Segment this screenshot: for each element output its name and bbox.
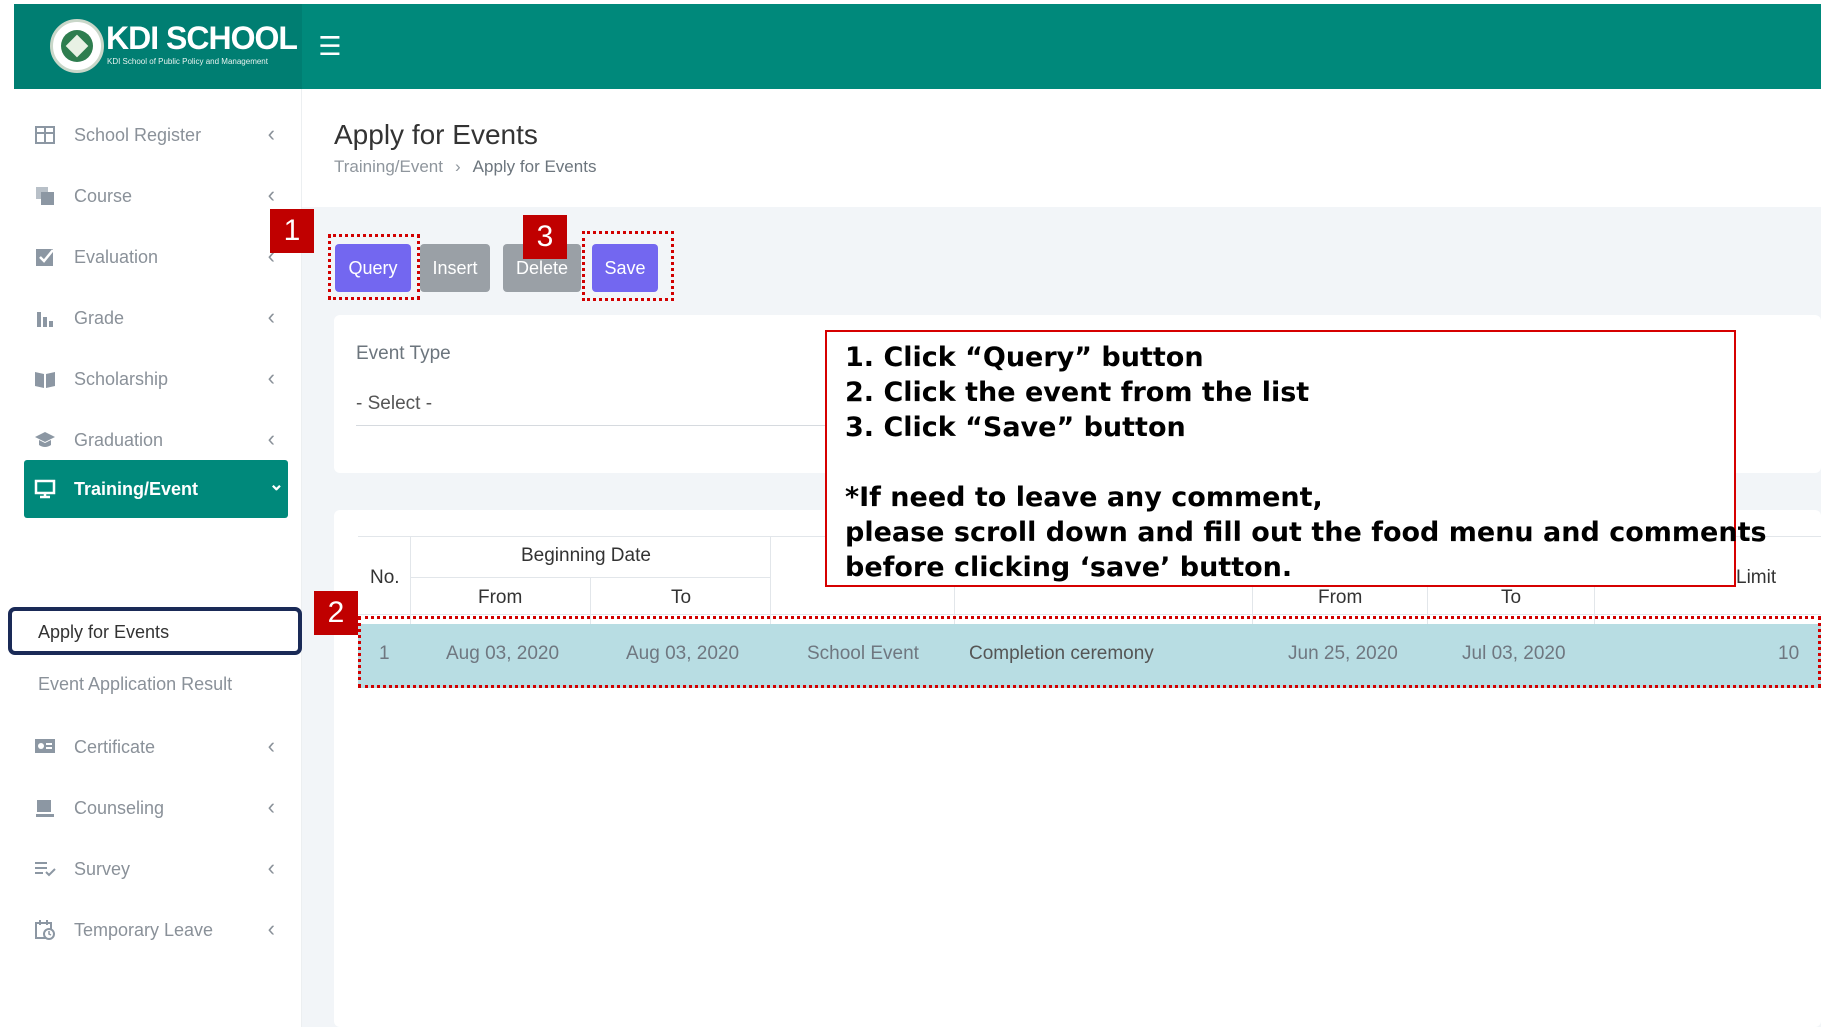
brand-title: KDI SCHOOL	[106, 20, 298, 56]
instruction-line: before clicking ‘save’ button.	[845, 552, 1293, 583]
sidebar-item-counseling[interactable]: Counseling ‹	[24, 780, 279, 836]
calendar-clock-icon	[32, 917, 58, 943]
coffee-icon	[32, 795, 58, 821]
sidebar-item-grade[interactable]: Grade ‹	[24, 290, 279, 346]
col-header-begin-to: To	[671, 587, 692, 608]
app-root: KDI SCHOOL KDI School of Public Policy a…	[0, 0, 1821, 1027]
instruction-spacer	[845, 445, 1716, 480]
sidebar-item-label: Survey	[74, 858, 131, 879]
instruction-callout: 1. Click “Query” button 2. Click the eve…	[825, 330, 1767, 587]
annotation-dotbox-save	[582, 231, 674, 301]
chevron-left-icon: ‹	[267, 855, 275, 880]
sidebar-item-label: Training/Event	[74, 478, 199, 499]
breadcrumb-current: Apply for Events	[472, 157, 597, 176]
check-square-icon	[32, 244, 58, 270]
annotation-dotbox-query	[328, 234, 420, 300]
col-header-no: No.	[370, 567, 400, 588]
school-emblem-icon	[50, 19, 104, 73]
chevron-left-icon: ‹	[267, 365, 275, 390]
list-check-icon	[32, 856, 58, 882]
sidebar-item-certificate[interactable]: Certificate ‹	[24, 719, 279, 775]
sidebar-item-evaluation[interactable]: Evaluation ‹	[24, 229, 279, 285]
chevron-left-icon: ‹	[267, 304, 275, 329]
sidebar-item-label: School Register	[74, 124, 202, 145]
chevron-right-icon: ›	[454, 157, 461, 176]
sidebar-item-label: Scholarship	[74, 368, 169, 389]
sidebar-item-label: Certificate	[74, 736, 156, 757]
sidebar-item-label: Evaluation	[74, 246, 159, 267]
sidebar-item-school-register[interactable]: School Register ‹	[24, 107, 279, 163]
events-table-card	[334, 510, 1821, 1027]
sidebar-item-survey[interactable]: Survey ‹	[24, 841, 279, 897]
table-icon	[32, 122, 58, 148]
chevron-left-icon: ‹	[267, 794, 275, 819]
breadcrumb: Training/Event › Apply for Events	[334, 157, 596, 177]
top-navbar: KDI SCHOOL KDI School of Public Policy a…	[14, 4, 1821, 89]
annotation-highlight-apply-for-events	[8, 607, 302, 655]
page-header: Apply for Events Training/Event › Apply …	[302, 89, 1821, 207]
instruction-line: please scroll down and fill out the food…	[845, 517, 1767, 548]
annotation-badge-2: 2	[314, 591, 358, 635]
brand-logo-area[interactable]: KDI SCHOOL KDI School of Public Policy a…	[14, 4, 302, 89]
graduation-cap-icon	[32, 427, 58, 453]
sidebar-item-temporary-leave[interactable]: Temporary Leave ‹	[24, 902, 279, 958]
sidebar-item-scholarship[interactable]: Scholarship ‹	[24, 351, 279, 407]
col-header-app-to: To	[1501, 587, 1522, 608]
breadcrumb-item[interactable]: Training/Event	[334, 157, 443, 177]
event-type-label: Event Type	[356, 343, 451, 364]
sidebar: School Register ‹ Course ‹ Evaluation ‹ …	[14, 89, 302, 1027]
annotation-badge-3: 3	[523, 215, 567, 259]
col-header-limit: Limit	[1736, 567, 1777, 588]
chevron-left-icon: ‹	[267, 916, 275, 941]
annotation-dotbox-row	[358, 616, 1821, 688]
chevron-left-icon: ‹	[267, 426, 275, 451]
col-header-app-from: From	[1318, 587, 1363, 608]
brand-subtitle: KDI School of Public Policy and Manageme…	[107, 57, 268, 66]
annotation-badge-1: 1	[270, 209, 314, 253]
instruction-line: *If need to leave any comment,	[845, 482, 1323, 513]
sidebar-item-label: Counseling	[74, 797, 165, 818]
sidebar-item-label: Grade	[74, 307, 125, 328]
sidebar-item-training-event[interactable]: Training/Event ⌄	[24, 460, 288, 518]
instruction-line: 2. Click the event from the list	[845, 377, 1310, 408]
book-icon	[32, 366, 58, 392]
sidebar-item-course[interactable]: Course ‹	[24, 168, 279, 224]
monitor-icon	[32, 476, 58, 502]
chevron-left-icon: ‹	[267, 121, 275, 146]
event-type-select[interactable]: - Select -	[356, 393, 432, 415]
insert-button[interactable]: Insert	[420, 244, 490, 292]
instruction-line: 1. Click “Query” button	[845, 342, 1204, 373]
instruction-line: 3. Click “Save” button	[845, 412, 1186, 443]
sidebar-item-label: Graduation	[74, 429, 164, 450]
table-border	[358, 614, 1821, 615]
col-header-begin-from: From	[478, 587, 523, 608]
copy-icon	[32, 183, 58, 209]
sidebar-item-label: Course	[74, 185, 133, 206]
page-title: Apply for Events	[334, 119, 538, 150]
hamburger-menu-icon[interactable]: ☰	[314, 32, 346, 62]
chevron-left-icon: ‹	[267, 182, 275, 207]
chevron-down-icon: ⌄	[268, 474, 284, 494]
chevron-left-icon: ‹	[267, 733, 275, 758]
col-header-beginning-date: Beginning Date	[521, 545, 651, 566]
sidebar-subitem-event-application-result[interactable]: Event Application Result	[38, 674, 232, 695]
certificate-icon	[32, 734, 58, 760]
sidebar-item-label: Temporary Leave	[74, 919, 214, 940]
bar-chart-icon	[32, 305, 58, 331]
